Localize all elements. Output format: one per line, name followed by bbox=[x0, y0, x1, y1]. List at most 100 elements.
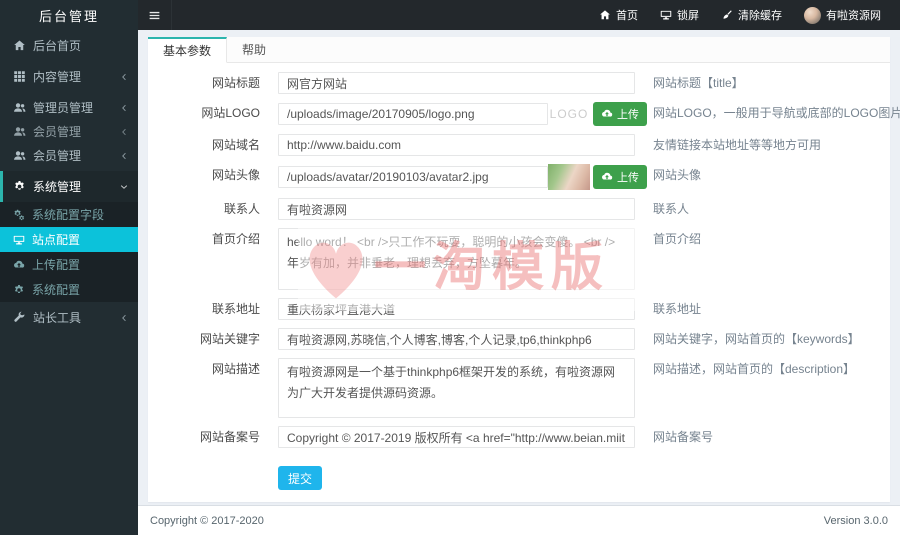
monitor-icon bbox=[660, 10, 672, 20]
nav-user-menu[interactable]: 有啦资源网 bbox=[793, 0, 892, 30]
field-label: 网站备案号 bbox=[199, 430, 260, 444]
field-help: 网站头像 bbox=[653, 168, 702, 182]
site-title-input[interactable] bbox=[278, 72, 635, 94]
sidebar: 后台首页 内容管理 管理员管理 会员管理 会员管理 系统管理 系统配置字段 站点… bbox=[0, 30, 138, 535]
chevron-down-icon bbox=[120, 184, 128, 189]
icp-record-input[interactable] bbox=[278, 426, 635, 448]
sidebar-item-label: 内容管理 bbox=[33, 70, 82, 84]
nav-clear-cache-label: 清除缓存 bbox=[738, 10, 782, 22]
site-logo-input[interactable] bbox=[278, 103, 548, 125]
top-navbar: 后台管理 首页 锁屏 清除缓存 有啦资源网 bbox=[0, 0, 900, 30]
sidebar-item-webmaster-tools[interactable]: 站长工具 bbox=[0, 302, 138, 333]
sidebar-item-dashboard[interactable]: 后台首页 bbox=[0, 30, 138, 61]
logo-preview: LOGO bbox=[549, 107, 589, 121]
chevron-left-icon bbox=[122, 104, 126, 111]
nav-clear-cache[interactable]: 清除缓存 bbox=[710, 0, 793, 30]
field-label: 网站关键字 bbox=[199, 332, 260, 346]
chevron-left-icon bbox=[122, 152, 126, 159]
gear-icon bbox=[15, 284, 23, 293]
chevron-left-icon bbox=[122, 314, 126, 321]
app-brand[interactable]: 后台管理 bbox=[0, 0, 138, 30]
site-domain-input[interactable] bbox=[278, 134, 635, 156]
footer-copyright: Copyright © 2017-2020 bbox=[150, 514, 264, 527]
site-keywords-input[interactable] bbox=[278, 328, 635, 350]
submenu-item-config-fields[interactable]: 系统配置字段 bbox=[0, 202, 138, 227]
field-label: 网站域名 bbox=[211, 138, 260, 152]
field-label: 首页介绍 bbox=[211, 232, 260, 246]
field-help: 联系人 bbox=[653, 202, 690, 216]
upload-button-label: 上传 bbox=[617, 109, 639, 121]
contact-address-input[interactable] bbox=[278, 298, 635, 320]
cloud-upload-icon bbox=[602, 109, 613, 117]
sidebar-item-admins[interactable]: 管理员管理 bbox=[0, 92, 138, 123]
form-row-home-intro: 首页介绍 hello word！ <br />只工作不玩耍，聪明的小孩会变傻。 … bbox=[148, 228, 890, 290]
wrench-icon bbox=[14, 311, 25, 322]
users-icon bbox=[14, 103, 26, 112]
submit-row: 提交 bbox=[278, 466, 890, 490]
system-submenu: 系统配置字段 站点配置 上传配置 系统配置 bbox=[0, 202, 138, 302]
user-avatar bbox=[804, 6, 821, 24]
sidebar-toggle-button[interactable] bbox=[138, 0, 172, 30]
avatar-preview bbox=[548, 164, 590, 190]
nav-home[interactable]: 首页 bbox=[588, 0, 649, 30]
form-row-contact: 联系人 联系人 bbox=[148, 198, 890, 220]
gear-icon bbox=[15, 181, 24, 190]
tab-help[interactable]: 帮助 bbox=[227, 37, 281, 62]
site-avatar-input[interactable] bbox=[278, 166, 548, 188]
submenu-item-upload-config[interactable]: 上传配置 bbox=[0, 252, 138, 277]
field-help: 联系地址 bbox=[653, 302, 702, 316]
contact-person-input[interactable] bbox=[278, 198, 635, 220]
field-label: 联系人 bbox=[223, 202, 260, 216]
home-intro-textarea[interactable]: hello word！ <br />只工作不玩耍，聪明的小孩会变傻。 <br /… bbox=[278, 228, 635, 290]
sidebar-item-content[interactable]: 内容管理 bbox=[0, 61, 138, 92]
form-row-logo: 网站LOGO LOGO 上传 网站LOGO，一般用于导航或底部的LOGO图片 bbox=[148, 102, 900, 126]
field-help: 友情链接本站地址等等地方可用 bbox=[653, 138, 822, 152]
navbar-right: 首页 锁屏 清除缓存 有啦资源网 bbox=[588, 0, 900, 30]
upload-button-label: 上传 bbox=[617, 172, 639, 184]
form-row-domain: 网站域名 友情链接本站地址等等地方可用 bbox=[148, 134, 890, 156]
form-row-avatar: 网站头像 上传 网站头像 bbox=[148, 164, 890, 190]
sidebar-item-label: 站长工具 bbox=[33, 311, 82, 325]
nav-home-label: 首页 bbox=[616, 10, 638, 22]
settings-card: 基本参数 帮助 网站标题 网站标题【title】 网站LOGO LOGO 上传 bbox=[148, 37, 900, 502]
sidebar-item-members-clipped[interactable]: 会员管理 bbox=[0, 123, 138, 140]
field-label: 网站标题 bbox=[211, 76, 260, 90]
field-help: 网站备案号 bbox=[653, 430, 714, 444]
form-row-title: 网站标题 网站标题【title】 bbox=[148, 72, 890, 94]
home-icon bbox=[14, 40, 25, 51]
submenu-item-system-config[interactable]: 系统配置 bbox=[0, 277, 138, 302]
cloud-upload-icon bbox=[14, 260, 25, 268]
users-icon bbox=[14, 151, 26, 160]
form-row-address: 联系地址 联系地址 bbox=[148, 298, 890, 320]
sidebar-item-label: 系统管理 bbox=[33, 180, 82, 194]
monitor-icon bbox=[13, 235, 25, 244]
footer-version: Version 3.0.0 bbox=[823, 514, 888, 527]
sidebar-item-label: 管理员管理 bbox=[33, 101, 94, 115]
field-help: 网站描述，网站首页的【description】 bbox=[653, 362, 856, 376]
submenu-item-label: 系统配置字段 bbox=[32, 208, 105, 222]
sidebar-item-label: 会员管理 bbox=[33, 125, 82, 139]
avatar-upload-button[interactable]: 上传 bbox=[593, 165, 647, 189]
submenu-item-label: 站点配置 bbox=[32, 233, 81, 247]
logo-upload-button[interactable]: 上传 bbox=[593, 102, 647, 126]
submenu-item-label: 上传配置 bbox=[32, 258, 81, 272]
nav-lockscreen-label: 锁屏 bbox=[677, 10, 699, 22]
submit-button[interactable]: 提交 bbox=[278, 466, 323, 490]
form-row-description: 网站描述 有啦资源网是一个基于thinkphp6框架开发的系统，有啦资源网为广大… bbox=[148, 358, 890, 418]
sidebar-item-members[interactable]: 会员管理 bbox=[0, 140, 138, 171]
tab-basic-params[interactable]: 基本参数 bbox=[148, 37, 228, 63]
submenu-item-site-config[interactable]: 站点配置 bbox=[0, 227, 138, 252]
site-config-form: 网站标题 网站标题【title】 网站LOGO LOGO 上传 网站LOGO，一… bbox=[148, 63, 900, 490]
chevron-left-icon bbox=[122, 73, 126, 80]
form-row-keywords: 网站关键字 网站关键字，网站首页的【keywords】 bbox=[148, 328, 890, 350]
sidebar-item-system[interactable]: 系统管理 bbox=[0, 171, 138, 202]
cogs-icon bbox=[14, 209, 25, 220]
site-description-textarea[interactable]: 有啦资源网是一个基于thinkphp6框架开发的系统，有啦资源网为广大开发者提供… bbox=[278, 358, 635, 418]
sidebar-item-label: 会员管理 bbox=[33, 149, 82, 163]
nav-username: 有啦资源网 bbox=[826, 10, 881, 22]
field-help: 网站关键字，网站首页的【keywords】 bbox=[653, 332, 860, 346]
submenu-item-label: 系统配置 bbox=[32, 283, 81, 297]
main-content: 基本参数 帮助 网站标题 网站标题【title】 网站LOGO LOGO 上传 bbox=[138, 30, 900, 535]
nav-lockscreen[interactable]: 锁屏 bbox=[649, 0, 710, 30]
broom-icon bbox=[723, 10, 732, 19]
